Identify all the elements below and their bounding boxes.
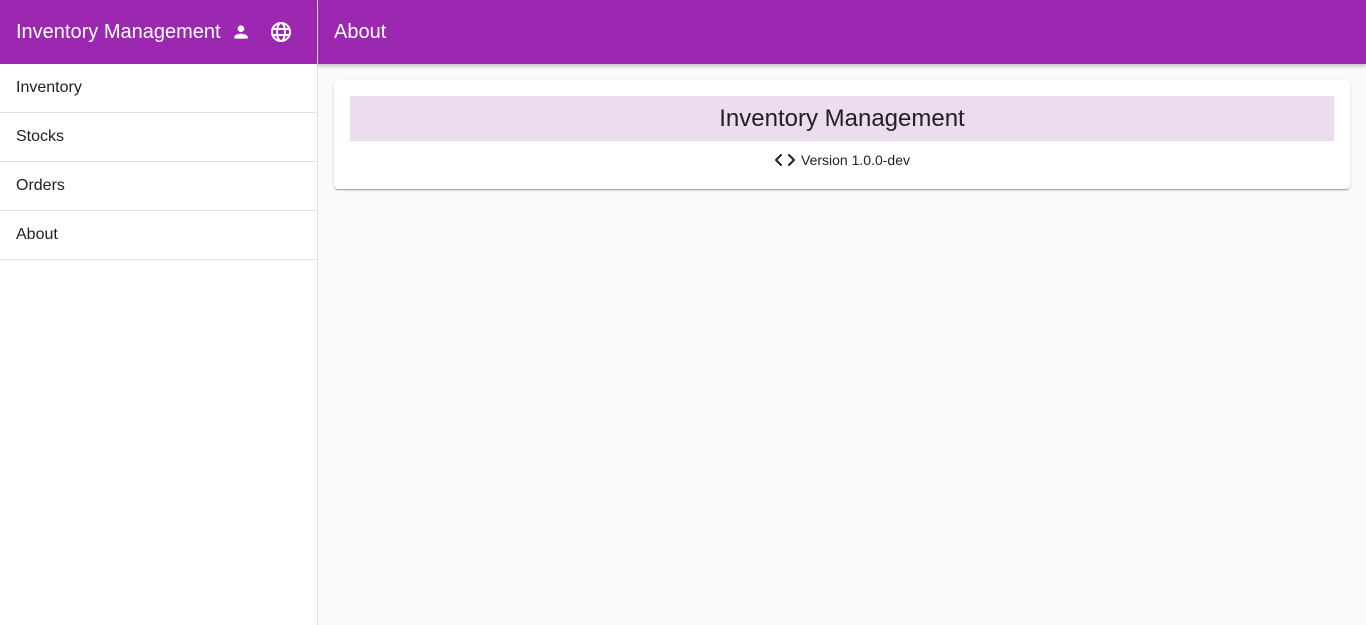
sidebar-header: Inventory Management	[0, 0, 317, 64]
about-title: Inventory Management	[719, 104, 965, 132]
app-title: Inventory Management	[16, 20, 221, 43]
sidebar-item-label: Stocks	[16, 128, 65, 145]
code-icon	[774, 152, 796, 168]
sidebar-item-inventory[interactable]: Inventory	[0, 64, 317, 113]
nav-list: Inventory Stocks Orders About	[0, 64, 317, 260]
sidebar-item-label: Orders	[16, 177, 65, 194]
app: Inventory Management Inventory Stocks Or…	[0, 0, 1366, 625]
sidebar-item-label: Inventory	[16, 79, 82, 96]
sidebar-item-stocks[interactable]: Stocks	[0, 113, 317, 162]
globe-icon[interactable]	[269, 20, 293, 44]
sidebar: Inventory Management Inventory Stocks Or…	[0, 0, 318, 625]
about-card: Inventory Management Version 1.0.0-dev	[334, 80, 1350, 189]
top-app-bar: About	[318, 0, 1366, 64]
sidebar-item-label: About	[16, 226, 58, 243]
version-text: Version 1.0.0-dev	[801, 152, 910, 168]
page-title: About	[334, 20, 387, 43]
about-banner: Inventory Management	[350, 96, 1334, 141]
sidebar-item-orders[interactable]: Orders	[0, 162, 317, 211]
person-icon[interactable]	[229, 20, 253, 44]
version-info: Version 1.0.0-dev	[350, 152, 1334, 168]
sidebar-item-about[interactable]: About	[0, 211, 317, 260]
